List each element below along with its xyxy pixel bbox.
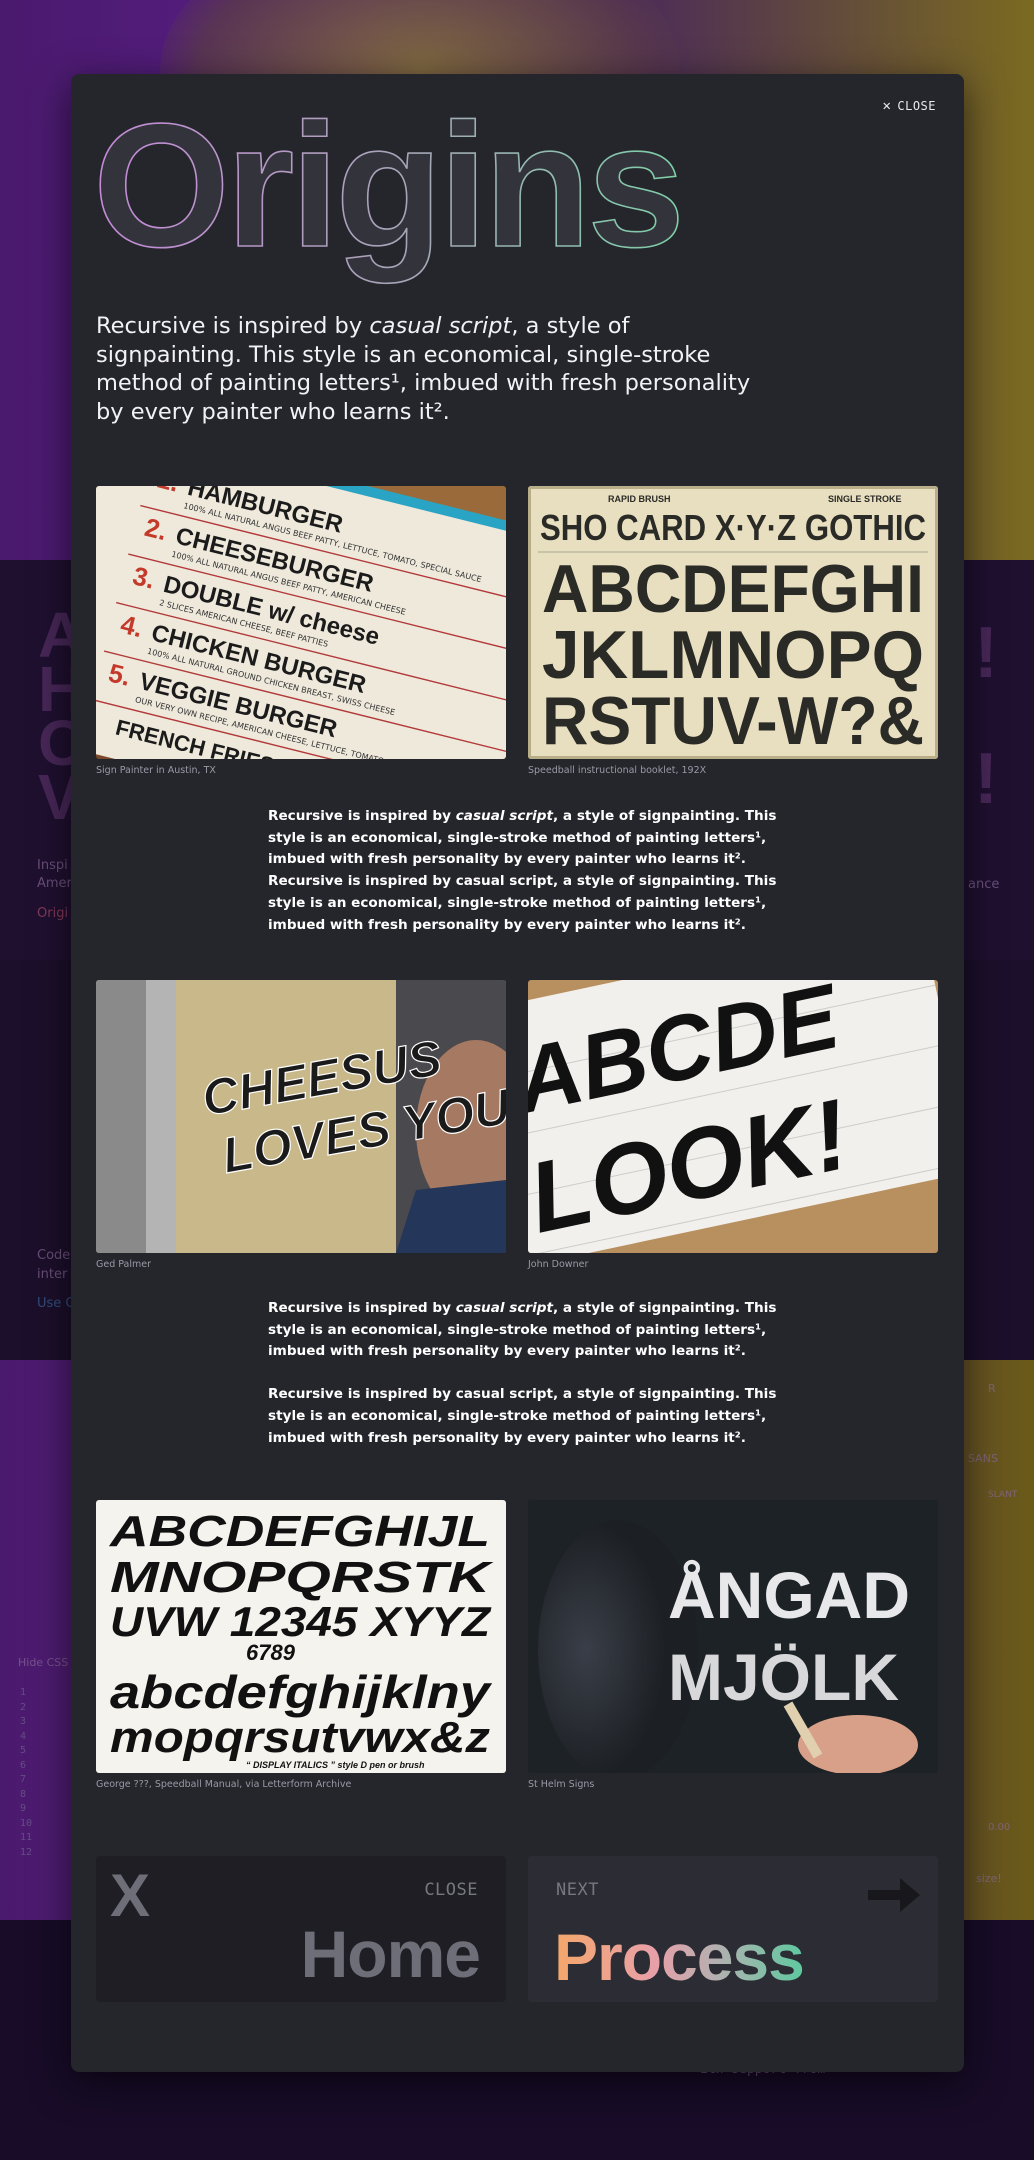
background-snippet: 0.00 (988, 1822, 1011, 1833)
background-snippet: size! (976, 1872, 1002, 1885)
svg-text:ABCDEFGHI: ABCDEFGHI (542, 551, 924, 627)
photo-hamburger-menu: 1. HAMBURGER 2. CHEESEBURGER 3. DOUBLE w… (96, 486, 506, 759)
next-process-card[interactable]: NEXT Process (528, 1856, 938, 2002)
photo-caption: John Downer (528, 1259, 589, 1270)
background-line-numbers: 1234 5678 9 10 11 12 (20, 1687, 33, 1858)
svg-text:MJÖLK: MJÖLK (668, 1640, 899, 1714)
nav-home-title: Home (300, 1917, 481, 1991)
intro-text: Recursive is inspired by casual script, … (96, 313, 751, 425)
svg-text:ABCDEFGHIJL: ABCDEFGHIJL (109, 1507, 490, 1556)
close-home-card[interactable]: X CLOSE Home (96, 1856, 506, 2002)
background-snippet: ance (968, 877, 1000, 892)
background-snippet: SLANT (988, 1490, 1018, 1500)
body-paragraph: Recursive is inspired by casual script, … (268, 1300, 777, 1446)
background-snippet: SANS (968, 1452, 998, 1465)
photo-display-italics: ABCDEFGHIJL MNOPQRSTK UVW 12345 XYYZ 678… (96, 1500, 506, 1773)
nav-process-title: Process (554, 1920, 805, 1994)
page-title: Origins (92, 96, 686, 285)
svg-text:6789: 6789 (246, 1640, 296, 1665)
close-label: CLOSE (897, 99, 936, 113)
background-snippet: R (988, 1382, 996, 1395)
background-snippet: Amer (37, 876, 72, 891)
background-snippet: Code (37, 1248, 71, 1263)
svg-text:RAPID BRUSH: RAPID BRUSH (608, 494, 671, 504)
close-button[interactable]: ✕ CLOSE (882, 98, 936, 114)
background-snippet: Inspi (37, 858, 68, 873)
background-snippet: Hide CSS (18, 1656, 69, 1669)
svg-text:SINGLE STROKE: SINGLE STROKE (828, 494, 902, 504)
nav-next-label: NEXT (556, 1880, 599, 1900)
background-snippet: Use C (37, 1296, 75, 1311)
svg-text:Process: Process (554, 1920, 804, 1994)
svg-text:UVW 12345 XYYZ: UVW 12345 XYYZ (110, 1598, 491, 1645)
photo-caption: Sign Painter in Austin, TX (96, 765, 216, 776)
background-ghost-mark: ! (974, 739, 998, 819)
background-snippet: Origi (37, 906, 69, 921)
svg-text:SHO CARD X·Y·Z GOTHIC: SHO CARD X·Y·Z GOTHIC (540, 507, 926, 548)
svg-text:X: X (110, 1864, 150, 1924)
svg-text:mopqrsutvwx&z: mopqrsutvwx&z (110, 1713, 490, 1762)
close-icon: ✕ (882, 98, 892, 114)
svg-text:JKLMNOPQ: JKLMNOPQ (542, 617, 924, 693)
svg-text:MNOPQRSTK: MNOPQRSTK (110, 1553, 494, 1602)
photo-caption: Ged Palmer (96, 1259, 152, 1270)
photo-caption: St Helm Signs (528, 1779, 595, 1790)
svg-text:Origins: Origins (93, 96, 681, 284)
close-x-icon: X (110, 1864, 150, 1924)
photo-caption: Speedball instructional booklet, 192X (528, 765, 707, 776)
svg-text:“ DISPLAY ITALICS ” style D pe: “ DISPLAY ITALICS ” style D pen or brush (246, 1760, 425, 1770)
svg-text:abcdefghijklny: abcdefghijklny (110, 1666, 493, 1718)
svg-text:ÅNGAD: ÅNGAD (668, 1558, 910, 1632)
photo-caption: George ???, Speedball Manual, via Letter… (96, 1779, 352, 1790)
photo-cheesus-sign: CHEESUS LOVES YOU (96, 980, 506, 1253)
body-paragraph: Recursive is inspired by casual script, … (268, 808, 777, 933)
photo-look-sign: ABCDE LOOK! (528, 980, 938, 1253)
photo-speedball-booklet: RAPID BRUSH SINGLE STROKE SHO CARD X·Y·Z… (528, 486, 938, 759)
origins-modal: ✕ CLOSE Origins Recursive is inspired by… (71, 74, 964, 2072)
photo-chalkboard-sign: ÅNGAD MJÖLK (528, 1500, 938, 1773)
background-snippet: inter (37, 1267, 68, 1282)
background-ghost-mark: ! (974, 613, 998, 693)
arrow-right-icon (868, 1878, 920, 1912)
nav-close-label: CLOSE (424, 1880, 478, 1900)
svg-text:RSTUV-W?&: RSTUV-W?& (542, 683, 924, 759)
